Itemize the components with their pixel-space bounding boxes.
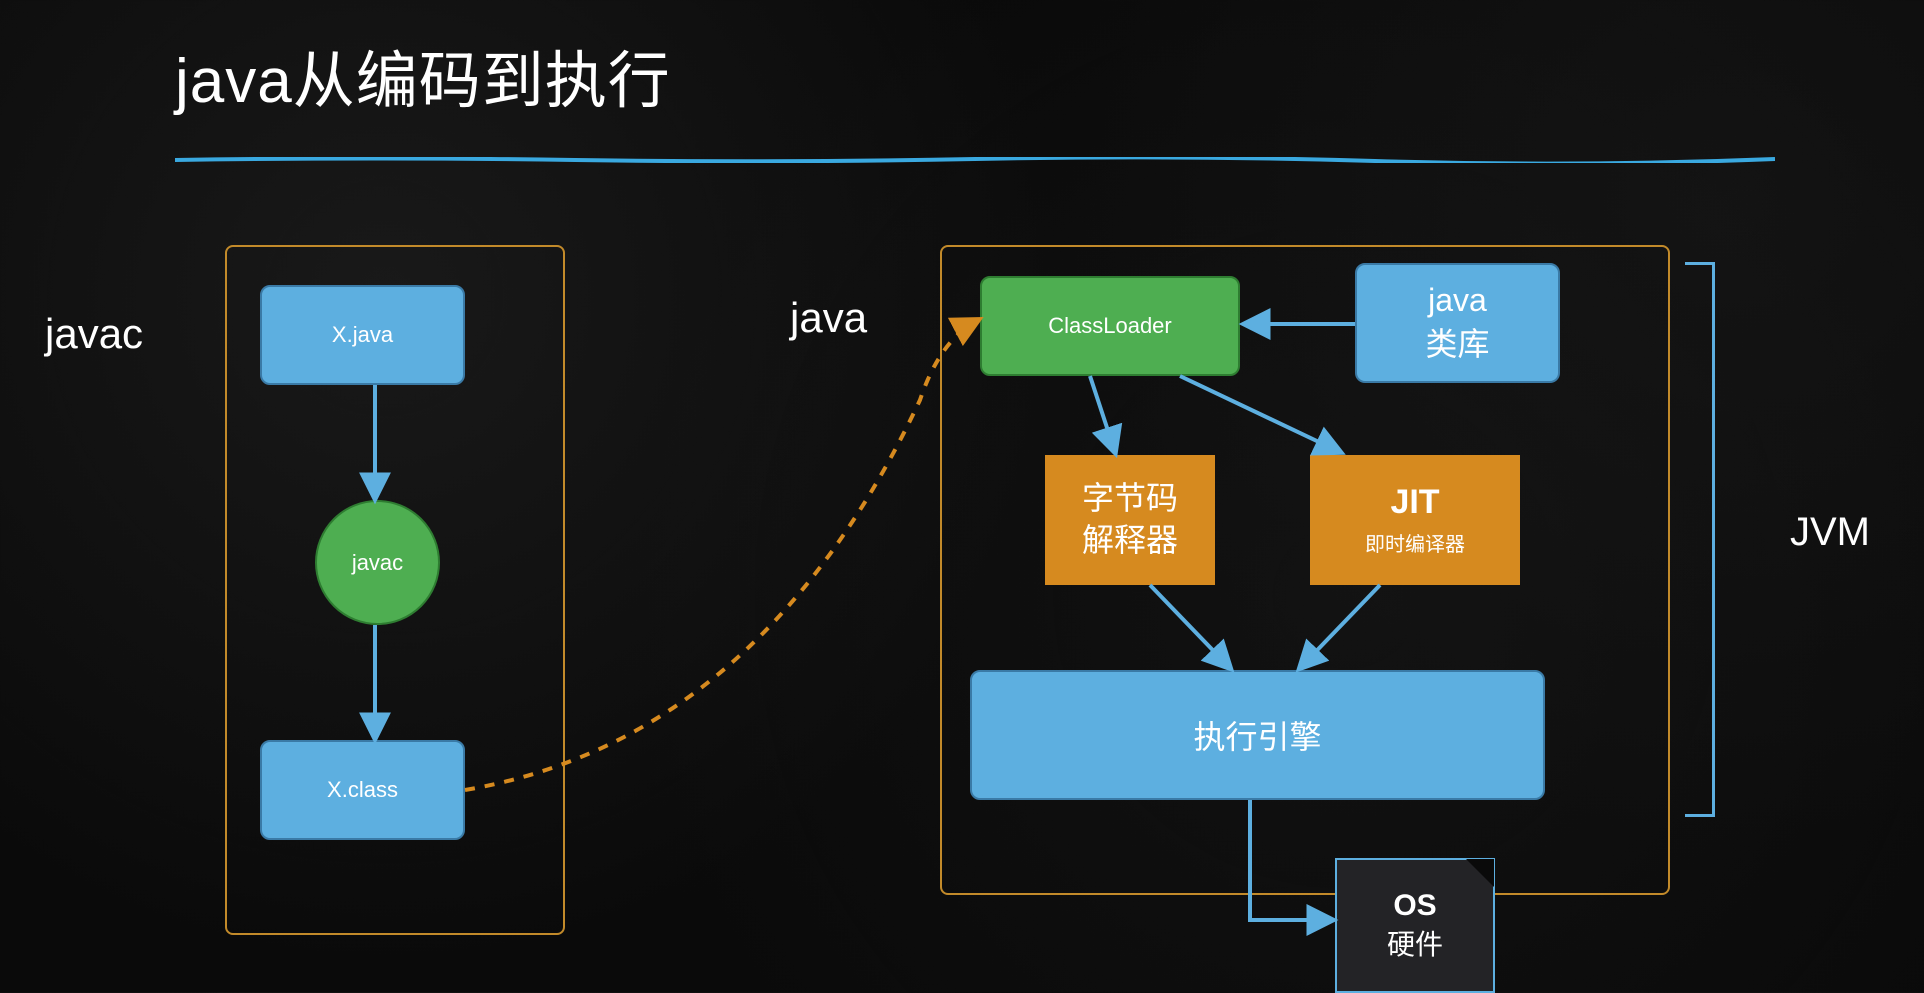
bytecode-line2: 解释器 [1082,520,1178,562]
node-xjava: X.java [260,285,465,385]
bytecode-line1: 字节码 [1082,478,1178,520]
node-jit: JIT 即时编译器 [1310,455,1520,585]
os-line2: 硬件 [1387,923,1443,963]
node-xclass: X.class [260,740,465,840]
os-line1: OS [1393,889,1436,923]
label-jvm: JVM [1790,510,1870,555]
javalib-line2: 类库 [1425,319,1489,365]
node-execution-engine: 执行引擎 [970,670,1545,800]
node-javac: javac [315,500,440,625]
label-javac: javac [45,310,143,358]
diagram-title: java从编码到执行 [175,30,671,120]
jit-title: JIT [1390,483,1439,522]
node-javalib: java 类库 [1355,263,1560,383]
jvm-bracket [1685,262,1715,817]
node-os-hardware: OS 硬件 [1335,858,1495,993]
javalib-line1: java [1428,282,1487,319]
node-bytecode-interpreter: 字节码 解释器 [1045,455,1215,585]
title-divider [175,150,1775,156]
jit-subtitle: 即时编译器 [1365,528,1465,557]
node-classloader: ClassLoader [980,276,1240,376]
label-java: java [790,294,867,342]
